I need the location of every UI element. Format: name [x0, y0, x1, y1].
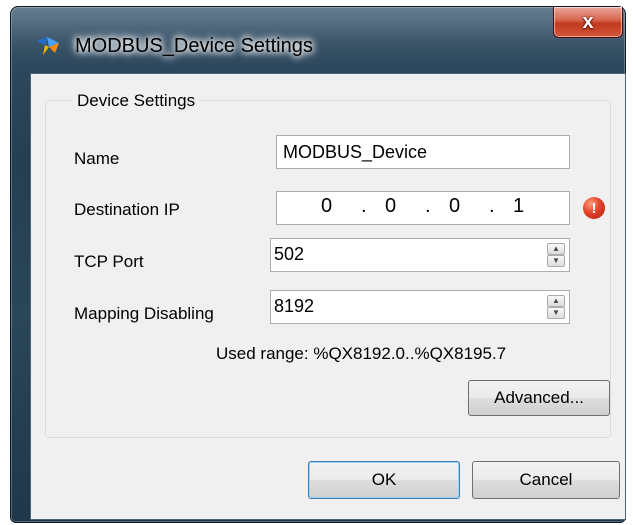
ip-separator: . [361, 195, 367, 217]
error-glyph: ! [591, 199, 597, 217]
cancel-button[interactable]: Cancel [472, 461, 620, 499]
spin-down-icon[interactable]: ▼ [547, 255, 565, 267]
advanced-button[interactable]: Advanced... [468, 380, 610, 416]
destination-ip-label: Destination IP [74, 200, 180, 219]
close-button[interactable]: x [553, 7, 623, 38]
ip-octet-2[interactable]: 0 [385, 195, 396, 218]
ip-octet-4[interactable]: 1 [513, 195, 524, 218]
error-icon: ! [583, 197, 605, 219]
tcp-port-spinner[interactable]: 502 ▲ ▼ [270, 238, 570, 272]
spin-up-icon[interactable]: ▲ [547, 243, 565, 255]
group-label: Device Settings [73, 91, 200, 111]
ok-button[interactable]: OK [308, 461, 460, 499]
title-bar[interactable]: MODBUS_Device Settings [11, 7, 625, 73]
spin-up-icon[interactable]: ▲ [547, 295, 565, 307]
window-frame: MODBUS_Device Settings x Device Settings… [10, 6, 626, 523]
ip-octet-1[interactable]: 0 [321, 195, 332, 218]
mapping-disabling-spin-buttons[interactable]: ▲ ▼ [547, 295, 565, 319]
ip-separator: . [489, 195, 495, 217]
tcp-port-value[interactable]: 502 [274, 244, 304, 264]
close-icon: x [582, 10, 594, 33]
destination-ip-input[interactable]: 0 . 0 . 0 . 1 [276, 191, 570, 225]
tcp-port-spin-buttons[interactable]: ▲ ▼ [547, 243, 565, 267]
spin-down-icon[interactable]: ▼ [547, 307, 565, 319]
name-input[interactable]: MODBUS_Device [276, 135, 570, 169]
modbus-app-icon [37, 37, 59, 55]
used-range-text: Used range: %QX8192.0..%QX8195.7 [216, 344, 507, 363]
dialog-client-area: Device Settings Name MODBUS_Device Desti… [30, 73, 626, 520]
name-label: Name [74, 149, 120, 168]
ip-separator: . [425, 195, 431, 217]
mapping-disabling-spinner[interactable]: 8192 ▲ ▼ [270, 290, 570, 324]
ip-octet-3[interactable]: 0 [449, 195, 460, 218]
window-title: MODBUS_Device Settings [75, 35, 313, 57]
mapping-disabling-label: Mapping Disabling [74, 304, 214, 323]
tcp-port-label: TCP Port [74, 252, 144, 271]
mapping-disabling-value[interactable]: 8192 [274, 296, 314, 316]
